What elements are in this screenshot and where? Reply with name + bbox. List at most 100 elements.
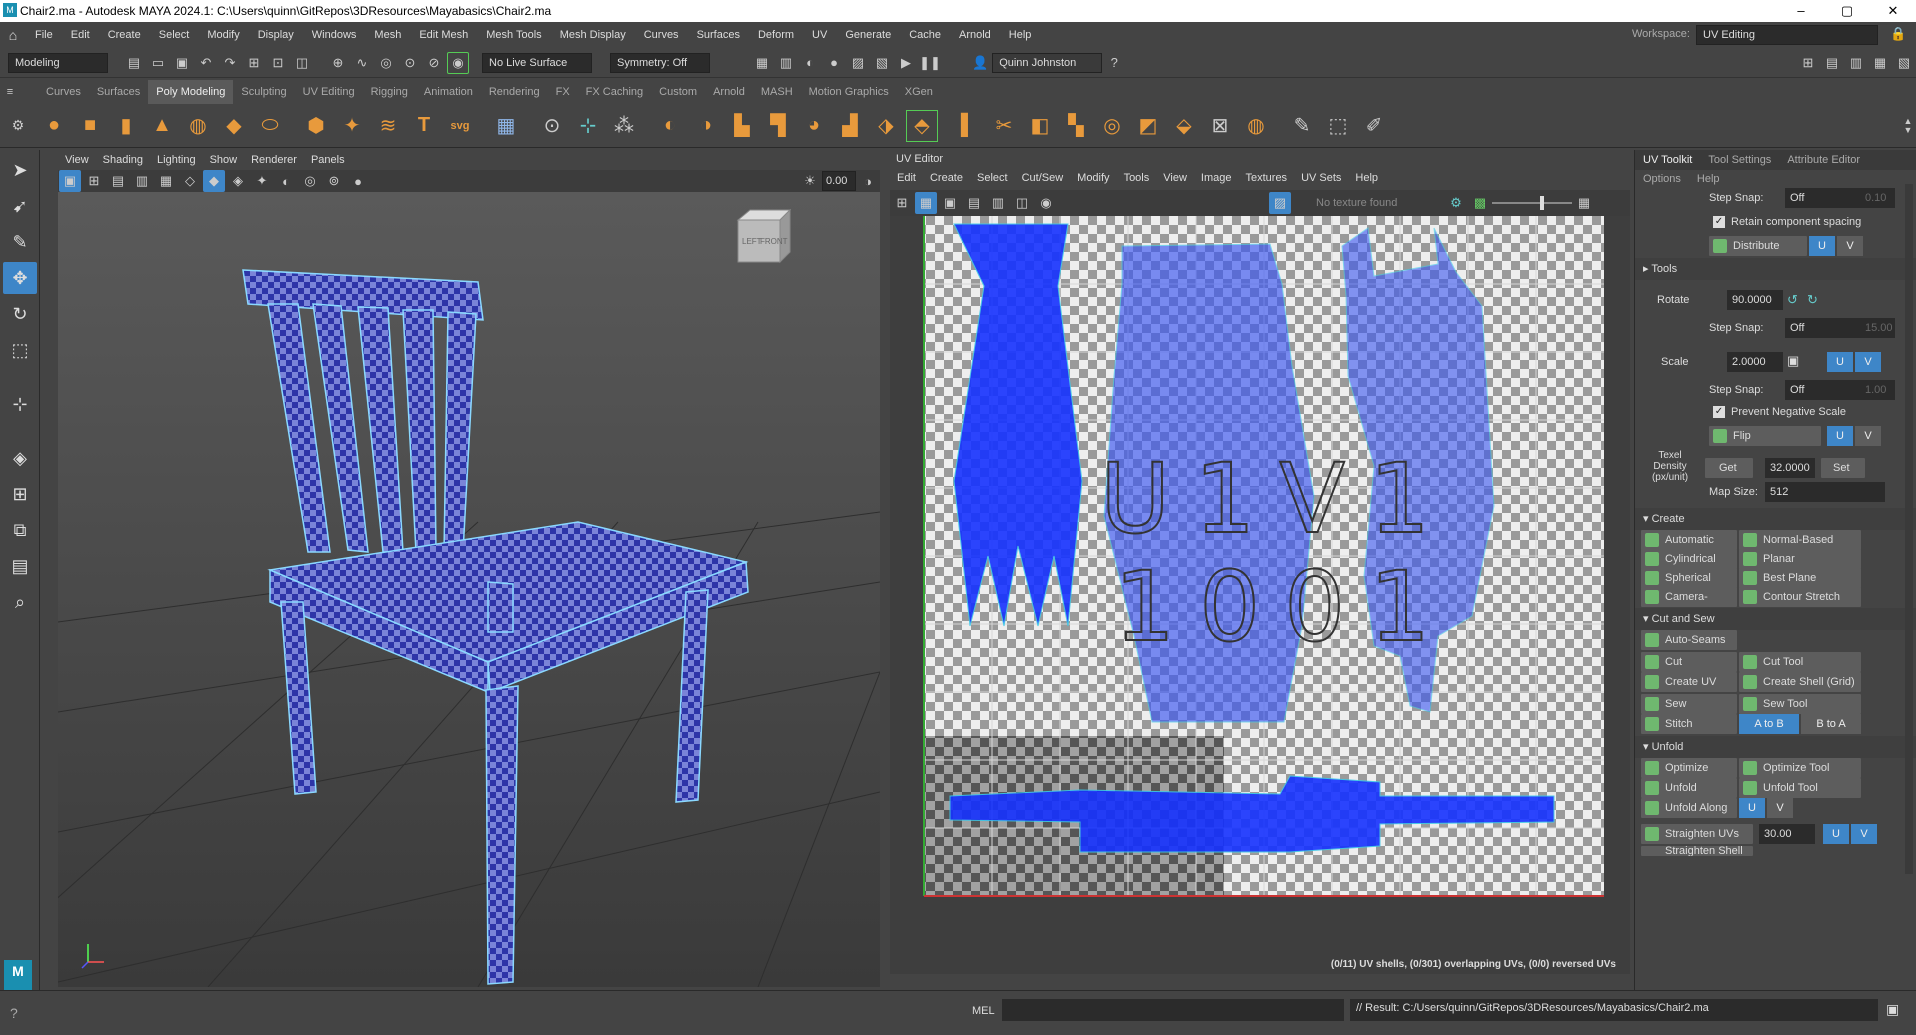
menu-surfaces[interactable]: Surfaces	[688, 22, 749, 48]
wedge-icon[interactable]: ◩	[1132, 110, 1164, 142]
straighten-angle-field[interactable]: 30.00	[1759, 824, 1815, 844]
render-icon[interactable]: ▦	[751, 52, 773, 74]
redo-icon[interactable]: ↷	[219, 52, 241, 74]
shelf-scroll-icon[interactable]: ▲ ▼	[1900, 116, 1916, 135]
optimize-tool-button[interactable]: Optimize Tool	[1739, 758, 1861, 778]
straighten-u-button[interactable]: U	[1823, 824, 1849, 844]
distribute-u-button[interactable]: U	[1809, 236, 1835, 256]
workspace-dropdown[interactable]: UV Editing	[1696, 25, 1878, 45]
poly-cylinder-icon[interactable]: ▮	[110, 110, 142, 142]
toolkit-scrollbar[interactable]	[1905, 184, 1913, 874]
merge-icon[interactable]: ⬗	[870, 110, 902, 142]
undo-icon[interactable]: ↶	[195, 52, 217, 74]
modeling-toolkit-icon[interactable]: ⊞	[1797, 52, 1819, 74]
minimize-button[interactable]: –	[1778, 0, 1824, 22]
uv-menu-create[interactable]: Create	[923, 168, 970, 188]
menu-help[interactable]: Help	[1000, 22, 1041, 48]
single-perspective-icon[interactable]: ◈	[3, 442, 37, 474]
snap-grid-icon[interactable]: ⊕	[327, 52, 349, 74]
shelf-tab-arnold[interactable]: Arnold	[705, 80, 753, 104]
circularize-icon[interactable]: ◍	[1240, 110, 1272, 142]
bookmark-icon[interactable]: ▤	[107, 170, 129, 192]
scale-v-button[interactable]: V	[1855, 352, 1881, 372]
paint-select-tool-icon[interactable]: ✎	[3, 226, 37, 258]
toolkit-tab-uv-toolkit[interactable]: UV Toolkit	[1635, 150, 1701, 170]
sweep-mesh-icon[interactable]: ≋	[372, 110, 404, 142]
layout-icon[interactable]: ▧	[1893, 52, 1915, 74]
image-plane-icon[interactable]: ▥	[131, 170, 153, 192]
uv-snapshot-icon[interactable]: ◉	[1035, 192, 1057, 214]
lasso-tool-icon[interactable]: ➹	[3, 190, 37, 222]
uv-gamma-icon[interactable]: ▦	[1573, 192, 1595, 214]
straighten-uvs-button[interactable]: Straighten UVs	[1641, 824, 1753, 844]
distribute-button[interactable]: Distribute	[1709, 236, 1807, 256]
flip-button[interactable]: Flip	[1709, 426, 1821, 446]
camera-lock-icon[interactable]: ⊞	[83, 170, 105, 192]
distribute-v-button[interactable]: V	[1837, 236, 1863, 256]
optimize-button[interactable]: Optimize	[1641, 758, 1737, 778]
prevent-negative-checkbox[interactable]: ✓	[1713, 406, 1725, 418]
channel-box-icon[interactable]: ▤	[1821, 52, 1843, 74]
poke-icon[interactable]: ⬘	[906, 109, 938, 142]
tool-settings-icon[interactable]: ▦	[1869, 52, 1891, 74]
grid-toggle-icon[interactable]: ▦	[155, 170, 177, 192]
flip-v-button[interactable]: V	[1855, 426, 1881, 446]
flip-u-button[interactable]: U	[1827, 426, 1853, 446]
shelf-menu-icon[interactable]: ≡	[0, 86, 20, 98]
a-to-b-button[interactable]: A to B	[1739, 714, 1799, 734]
rotate-cw-icon[interactable]: ↻	[1807, 292, 1818, 308]
lock-icon[interactable]: 🔒	[1890, 26, 1906, 42]
texel-get-button[interactable]: Get	[1705, 458, 1753, 478]
menu-edit-mesh[interactable]: Edit Mesh	[410, 22, 477, 48]
uv-filter-icon[interactable]: ⚙	[1445, 192, 1467, 214]
cut-button[interactable]: Cut	[1641, 652, 1737, 672]
type-text-icon[interactable]: T	[408, 110, 440, 142]
poly-disc-icon[interactable]: ⬭	[254, 110, 286, 142]
select-component-icon[interactable]: ◫	[291, 52, 313, 74]
uv-menu-select[interactable]: Select	[970, 168, 1015, 188]
new-scene-icon[interactable]: ▤	[123, 52, 145, 74]
make-live-icon[interactable]: ◉	[447, 51, 469, 74]
connect-icon[interactable]: ▚	[1060, 110, 1092, 142]
rotate-field[interactable]: 90.0000	[1727, 290, 1783, 310]
unfold-u-button[interactable]: U	[1739, 798, 1765, 818]
select-object-icon[interactable]: ⊡	[267, 52, 289, 74]
camera-icon[interactable]: ▣	[59, 170, 81, 192]
view-cube[interactable]: LEFT FRONT	[736, 208, 792, 264]
shelf-tab-poly-modeling[interactable]: Poly Modeling	[148, 80, 234, 104]
menu-arnold[interactable]: Arnold	[950, 22, 1000, 48]
viewport-menu-view[interactable]: View	[58, 150, 96, 170]
retain-spacing-checkbox[interactable]: ✓	[1713, 216, 1725, 228]
textured-icon[interactable]: ◈	[227, 170, 249, 192]
ao-icon[interactable]: ●	[347, 170, 369, 192]
uv-display-image-icon[interactable]: ▨	[1269, 192, 1291, 214]
shelf-tab-rendering[interactable]: Rendering	[481, 80, 548, 104]
viewport-menu-lighting[interactable]: Lighting	[150, 150, 203, 170]
command-input[interactable]	[1002, 999, 1344, 1021]
multi-cut-icon[interactable]: ✂	[988, 110, 1020, 142]
uv-grid-icon[interactable]: ⊞	[891, 192, 913, 214]
shelf-tab-uv-editing[interactable]: UV Editing	[295, 80, 363, 104]
paint-uv-icon[interactable]: ✐	[1358, 110, 1390, 142]
shadows-icon[interactable]: ◐	[275, 170, 297, 192]
platonic-solid-icon[interactable]: ⬢	[300, 110, 332, 142]
uv-menu-textures[interactable]: Textures	[1238, 168, 1294, 188]
uv-menu-cut-sew[interactable]: Cut/Sew	[1015, 168, 1071, 188]
bridge-icon[interactable]: ▙	[726, 110, 758, 142]
shelf-tab-custom[interactable]: Custom	[651, 80, 705, 104]
symmetry-dropdown[interactable]: Symmetry: Off	[610, 52, 710, 73]
gamma-icon[interactable]: ◑	[857, 170, 879, 192]
insert-edge-loop-icon[interactable]: ▌	[952, 110, 984, 142]
cut-tool-button[interactable]: Cut Tool	[1739, 652, 1861, 672]
uv-image-icon[interactable]: ◫	[1011, 192, 1033, 214]
menu-mesh-tools[interactable]: Mesh Tools	[477, 22, 550, 48]
stitch-together-button[interactable]: Stitch Together	[1641, 714, 1737, 750]
menu-windows[interactable]: Windows	[303, 22, 366, 48]
pause-icon[interactable]: ❚❚	[919, 52, 941, 74]
chair-mesh[interactable]	[242, 269, 749, 985]
attribute-editor-icon[interactable]: ▥	[1845, 52, 1867, 74]
uv-menu-edit[interactable]: Edit	[890, 168, 923, 188]
uv-menu-uv-sets[interactable]: UV Sets	[1294, 168, 1348, 188]
create-section-header[interactable]: ▾ Create	[1635, 508, 1916, 530]
menu-select[interactable]: Select	[150, 22, 199, 48]
